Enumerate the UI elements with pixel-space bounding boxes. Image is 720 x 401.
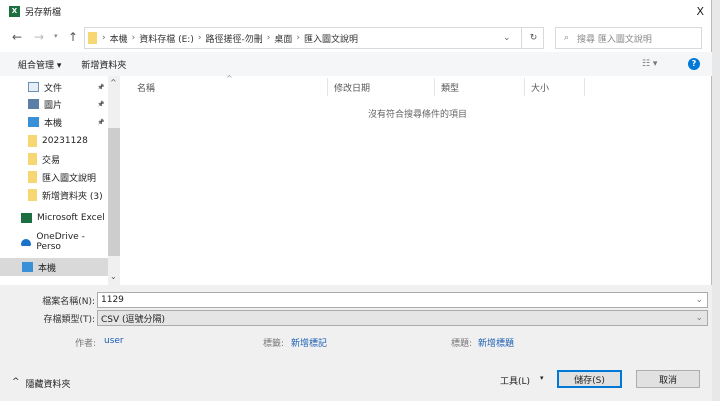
file-type-value: CSV (逗號分隔) [101, 314, 166, 325]
window-title: 另存新檔 [25, 7, 62, 18]
folder-icon [28, 171, 37, 183]
nav-item[interactable]: 交易 [0, 150, 108, 168]
excel-icon [21, 213, 32, 223]
breadcrumb[interactable]: 路徑搓徑-勿刪 [205, 32, 262, 45]
scroll-down-icon[interactable]: ⌄ [110, 272, 117, 281]
address-bar[interactable]: › 本機 › 資料存檔 (E:) › 路徑搓徑-勿刪 › 桌面 › 匯入圖文說明 ⌄ ↻ [84, 27, 544, 49]
organize-button[interactable]: 組合管理 ▾ [18, 58, 61, 71]
column-size[interactable]: 大小 [525, 78, 585, 96]
nav-item-label: 圖片 [44, 100, 63, 111]
help-icon[interactable]: ? [688, 58, 700, 70]
computer-icon [28, 117, 39, 127]
refresh-icon[interactable]: ↻ [521, 28, 545, 48]
chevron-down-icon[interactable]: ⌄ [503, 33, 511, 43]
pin-icon: 📌 [97, 83, 105, 91]
new-folder-button[interactable]: 新增資料夾 [81, 58, 126, 71]
nav-item-label: 文件 [44, 83, 63, 94]
add-title-link[interactable]: 新增標題 [478, 336, 514, 349]
column-type[interactable]: 類型 [435, 78, 525, 96]
add-tag-link[interactable]: 新增標記 [291, 336, 327, 349]
document-icon [28, 82, 39, 92]
breadcrumb[interactable]: 桌面 [274, 32, 292, 45]
nav-item[interactable]: 匯入圖文說明 [0, 168, 108, 186]
tools-dropdown-icon[interactable]: ▾ [540, 374, 544, 382]
nav-scrollbar-thumb[interactable] [108, 128, 120, 256]
empty-message: 沒有符合搜尋條件的項目 [368, 110, 468, 120]
file-type-select[interactable]: CSV (逗號分隔) ⌄ [97, 310, 708, 326]
hide-folders-button[interactable]: ^ 隱藏資料夾 [12, 377, 71, 390]
nav-item[interactable]: 20231128 [0, 132, 108, 150]
nav-item[interactable]: 本機 [0, 258, 108, 276]
author-label: 作者: [75, 339, 97, 349]
filename-input[interactable]: 1129 ⌄ [97, 292, 708, 308]
tools-button[interactable]: 工具(L) [500, 374, 530, 387]
back-button[interactable]: ← [12, 30, 22, 44]
save-button[interactable]: 儲存(S) [557, 370, 622, 388]
folder-icon [28, 135, 37, 147]
search-input[interactable]: ⌕ 搜尋 匯入圖文說明 [555, 27, 702, 49]
chevron-up-icon: ^ [12, 377, 20, 387]
forward-button[interactable]: → [34, 30, 44, 44]
pin-icon: 📌 [97, 118, 105, 126]
close-button[interactable]: X [696, 5, 704, 18]
nav-item-label: 本機 [38, 263, 57, 274]
nav-item-label: OneDrive - Perso [36, 232, 85, 252]
search-icon: ⌕ [564, 33, 570, 43]
nav-item-label: Microsoft Excel [37, 213, 105, 223]
filename-value: 1129 [101, 295, 124, 305]
pin-icon: 📌 [97, 100, 105, 108]
search-placeholder: 搜尋 匯入圖文說明 [577, 34, 652, 45]
file-type-label: 存檔類型(T): [43, 315, 95, 325]
folder-icon [28, 153, 37, 165]
hide-folders-label: 隱藏資料夾 [25, 380, 71, 390]
breadcrumb[interactable]: 本機 [110, 32, 128, 45]
nav-item-label: 本機 [44, 118, 63, 129]
save-as-dialog: X 另存新檔 X ← → ▾ ↑ › 本機 › 資料存檔 (E:) › 路徑搓徑-勿刪… [0, 0, 712, 401]
title-label: 標題: [451, 339, 473, 349]
nav-item[interactable]: 本機 📌 [0, 113, 108, 131]
excel-icon: X [9, 5, 20, 17]
chevron-down-icon[interactable]: ⌄ [695, 295, 703, 305]
nav-item[interactable]: OneDrive - Perso [0, 232, 108, 252]
tags-label: 標籤: [263, 339, 285, 349]
nav-item-label: 匯入圖文說明 [42, 173, 97, 184]
view-options-icon[interactable]: ☷ ▾ [642, 59, 657, 69]
nav-item[interactable]: 新增資料夾 (3) [0, 186, 108, 204]
nav-item-label: 20231128 [42, 136, 88, 146]
author-value[interactable]: user [104, 336, 124, 346]
nav-item[interactable]: 圖片 📌 [0, 95, 108, 113]
column-name[interactable]: 名稱 [131, 78, 328, 96]
breadcrumb[interactable]: 資料存檔 (E:) [139, 32, 194, 45]
breadcrumb[interactable]: 匯入圖文說明 [304, 32, 358, 45]
nav-item[interactable]: 文件 📌 [0, 78, 108, 96]
up-button[interactable]: ↑ [68, 30, 78, 44]
cancel-button[interactable]: 取消 [636, 370, 700, 388]
save-options-panel: 檔案名稱(N): 1129 ⌄ 存檔類型(T): CSV (逗號分隔) ⌄ 作者: … [0, 285, 712, 401]
recent-dropdown[interactable]: ▾ [54, 32, 58, 40]
nav-item[interactable]: Microsoft Excel [0, 209, 108, 227]
pictures-icon [28, 99, 39, 109]
scroll-up-icon[interactable]: ^ [110, 78, 117, 87]
chevron-down-icon: ⌄ [695, 313, 703, 323]
folder-icon [28, 189, 37, 201]
toolbar: 組合管理 ▾ 新增資料夾 ☷ ▾ ? [0, 52, 712, 76]
nav-item-label: 交易 [42, 155, 61, 166]
navigation-pane: 文件 📌 圖片 📌 本機 📌 20231128 交易匯入圖文說明 新增資料夾 (3) Micros… [0, 76, 120, 285]
folder-icon [88, 32, 97, 44]
computer-icon [22, 262, 33, 272]
title-bar: X 另存新檔 X [0, 0, 712, 22]
onedrive-icon [21, 238, 32, 246]
filename-label: 檔案名稱(N): [42, 297, 95, 307]
nav-item-label: 新增資料夾 (3) [42, 191, 103, 202]
column-date-modified[interactable]: 修改日期 [328, 78, 435, 96]
